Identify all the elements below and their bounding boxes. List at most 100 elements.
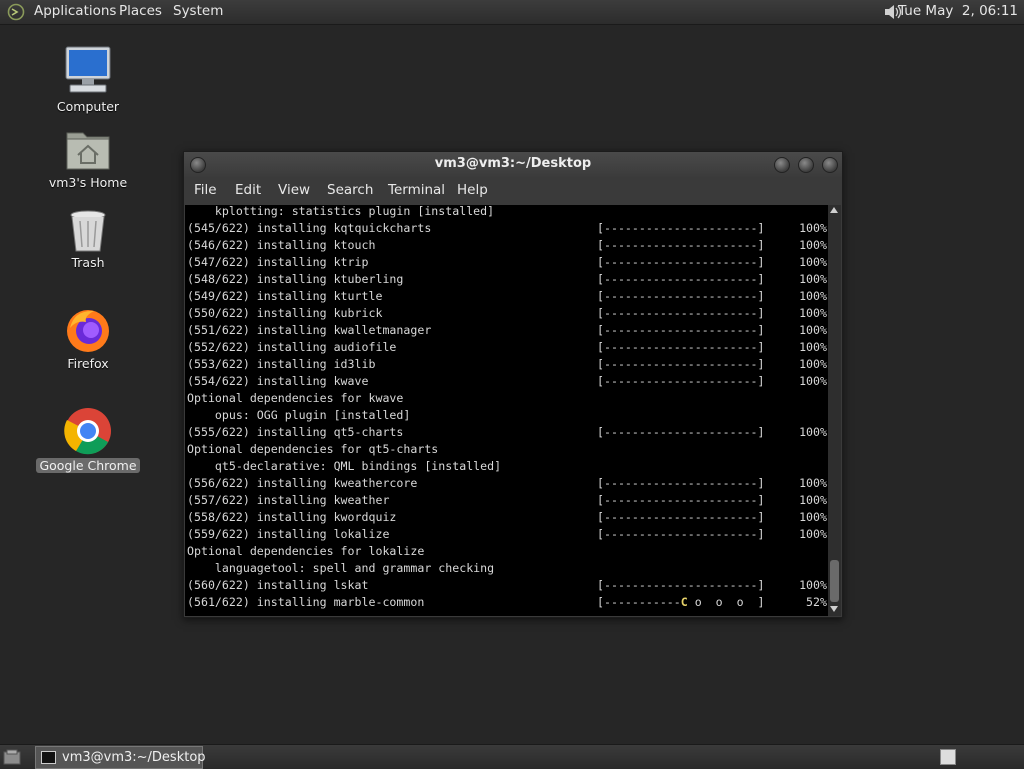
- terminal-line: opus: OGG plugin [installed]: [187, 407, 410, 424]
- progress-bar: [----------------------]: [597, 272, 765, 286]
- menu-search[interactable]: Search: [327, 182, 373, 198]
- menu-applications[interactable]: Applications: [34, 3, 116, 19]
- terminal-line-text: (553/622) installing id3lib: [187, 357, 376, 371]
- desktop-icon-computer[interactable]: Computer: [33, 45, 143, 114]
- menu-system[interactable]: System: [173, 3, 223, 19]
- progress-bar: [----------------------]: [597, 289, 765, 303]
- terminal-line-text: (555/622) installing qt5-charts: [187, 425, 404, 439]
- terminal-line: (560/622) installing lskat [-------------…: [187, 577, 827, 594]
- desktop-icon-home[interactable]: vm3's Home: [33, 127, 143, 190]
- terminal-line: Optional dependencies for qt5-charts: [187, 441, 438, 458]
- close-button[interactable]: [822, 157, 838, 173]
- scrollbar-thumb[interactable]: [830, 560, 839, 602]
- progress-pacman-marker: C: [680, 595, 688, 609]
- progress-bar: [----------------------]: [597, 374, 765, 388]
- desktop-icon-firefox[interactable]: Firefox: [33, 306, 143, 371]
- terminal-line-text: qt5-declarative: QML bindings [installed…: [187, 459, 502, 473]
- progress-percent: 100%: [799, 425, 827, 439]
- terminal-line: Optional dependencies for kwave: [187, 390, 403, 407]
- clock[interactable]: Tue May 2, 06:11: [898, 3, 1018, 19]
- terminal-output[interactable]: kplotting: statistics plugin [installed]…: [185, 205, 828, 616]
- progress-bar: [----------------------]: [597, 255, 765, 269]
- progress-percent: 100%: [799, 306, 827, 320]
- progress-percent: 100%: [799, 578, 827, 592]
- terminal-line: (552/622) installing audiofile [---------…: [187, 339, 827, 356]
- menu-view[interactable]: View: [278, 182, 310, 198]
- terminal-line-text: (547/622) installing ktrip: [187, 255, 369, 269]
- window-title: vm3@vm3:~/Desktop: [434, 156, 592, 171]
- menu-file[interactable]: File: [194, 182, 217, 198]
- terminal-line-text: Optional dependencies for qt5-charts: [187, 442, 439, 456]
- terminal-line-text: (548/622) installing ktuberling: [187, 272, 404, 286]
- desktop-icon-label: Google Chrome: [36, 458, 140, 473]
- scroll-down-arrow-icon[interactable]: [830, 606, 838, 612]
- progress-percent: 100%: [799, 238, 827, 252]
- distro-logo-icon[interactable]: [7, 3, 25, 21]
- terminal-line: (557/622) installing kweather [----------…: [187, 492, 827, 509]
- taskbar-item-label: vm3@vm3:~/Desktop: [62, 750, 206, 765]
- terminal-line: (550/622) installing kubrick [-----------…: [187, 305, 827, 322]
- desktop-icon-label: Computer: [56, 99, 120, 114]
- computer-icon: [65, 46, 111, 93]
- taskbar-item-terminal[interactable]: vm3@vm3:~/Desktop: [35, 746, 206, 769]
- scroll-up-arrow-icon[interactable]: [830, 207, 838, 213]
- terminal-line-text: (557/622) installing kweather: [187, 493, 390, 507]
- terminal-line: (551/622) installing kwalletmanager [----…: [187, 322, 827, 339]
- terminal-line: kplotting: statistics plugin [installed]: [187, 205, 494, 220]
- terminal-icon: [41, 751, 56, 764]
- menu-edit[interactable]: Edit: [235, 182, 261, 198]
- terminal-line-text: languagetool: spell and grammar checking: [187, 561, 495, 575]
- terminal-line: (547/622) installing ktrip [-------------…: [187, 254, 827, 271]
- progress-percent: 100%: [799, 493, 827, 507]
- window-menu-button[interactable]: [190, 157, 206, 173]
- desktop-icon-trash[interactable]: Trash: [33, 209, 143, 270]
- show-desktop-icon[interactable]: [3, 749, 21, 765]
- progress-percent: 100%: [799, 272, 827, 286]
- progress-percent: 100%: [799, 323, 827, 337]
- menu-help[interactable]: Help: [457, 182, 488, 198]
- terminal-line-text: (561/622) installing marble-common: [187, 595, 425, 609]
- menu-terminal[interactable]: Terminal: [388, 182, 445, 198]
- progress-bar: [----------------------]: [597, 340, 765, 354]
- trash-icon: [70, 210, 106, 252]
- desktop-icon-label: vm3's Home: [48, 175, 128, 190]
- terminal-line: (553/622) installing id3lib [------------…: [187, 356, 827, 373]
- progress-percent: 100%: [799, 374, 827, 388]
- progress-bar: [----------------------]: [597, 425, 765, 439]
- menu-places[interactable]: Places: [119, 3, 162, 19]
- window-menubar: File Edit View Search Terminal Help: [184, 177, 842, 205]
- maximize-button[interactable]: [798, 157, 814, 173]
- top-panel: Applications Places System Tue May 2, 06…: [0, 0, 1024, 25]
- terminal-line: (559/622) installing lokalize [----------…: [187, 526, 827, 543]
- workspace-switcher[interactable]: [940, 749, 956, 765]
- terminal-line: (558/622) installing kwordquiz [---------…: [187, 509, 827, 526]
- terminal-line: (549/622) installing kturtle [-----------…: [187, 288, 827, 305]
- progress-percent: 100%: [799, 221, 827, 235]
- progress-bar: [----------------------]: [597, 323, 765, 337]
- progress-bar: [----------------------]: [597, 238, 765, 252]
- terminal-line: qt5-declarative: QML bindings [installed…: [187, 458, 501, 475]
- terminal-line-text: (558/622) installing kwordquiz: [187, 510, 397, 524]
- minimize-button[interactable]: [774, 157, 790, 173]
- progress-bar-segment: o o o ]: [687, 595, 765, 609]
- terminal-line-text: Optional dependencies for kwave: [187, 391, 404, 405]
- terminal-line: (554/622) installing kwave [-------------…: [187, 373, 827, 390]
- terminal-line-text: opus: OGG plugin [installed]: [187, 408, 411, 422]
- terminal-line-text: kplotting: statistics plugin [installed]: [187, 205, 495, 218]
- desktop-icon-label: Trash: [71, 255, 105, 270]
- terminal-line-text: (549/622) installing kturtle: [187, 289, 383, 303]
- progress-bar-segment: [-----------: [597, 595, 681, 609]
- terminal-line: (548/622) installing ktuberling [--------…: [187, 271, 827, 288]
- terminal-window[interactable]: vm3@vm3:~/Desktop File Edit View Search …: [183, 151, 843, 618]
- terminal-line-text: (551/622) installing kwalletmanager: [187, 323, 432, 337]
- window-titlebar[interactable]: vm3@vm3:~/Desktop: [184, 152, 842, 177]
- terminal-line: (545/622) installing kqtquickcharts [----…: [187, 220, 827, 237]
- desktop-icon-chrome[interactable]: Google Chrome: [33, 406, 143, 473]
- progress-bar: [----------------------]: [597, 510, 765, 524]
- terminal-line-text: (552/622) installing audiofile: [187, 340, 397, 354]
- progress-percent: 100%: [799, 340, 827, 354]
- terminal-line-text: (559/622) installing lokalize: [187, 527, 390, 541]
- terminal-line-text: Optional dependencies for lokalize: [187, 544, 425, 558]
- progress-percent: 100%: [799, 527, 827, 541]
- terminal-scrollbar[interactable]: [828, 205, 841, 616]
